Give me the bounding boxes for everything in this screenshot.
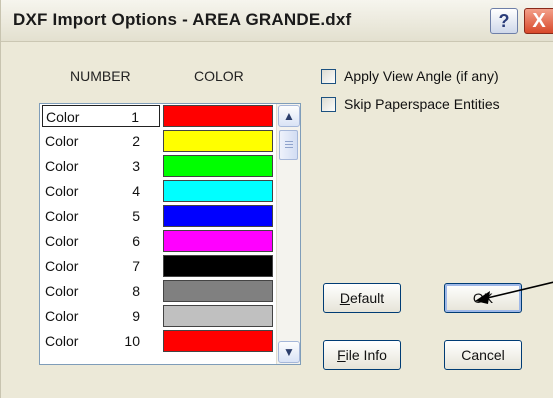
dxf-import-options-dialog: DXF Import Options - AREA GRANDE.dxf ? X… xyxy=(0,0,553,398)
pointer-arrow-icon xyxy=(475,281,553,304)
